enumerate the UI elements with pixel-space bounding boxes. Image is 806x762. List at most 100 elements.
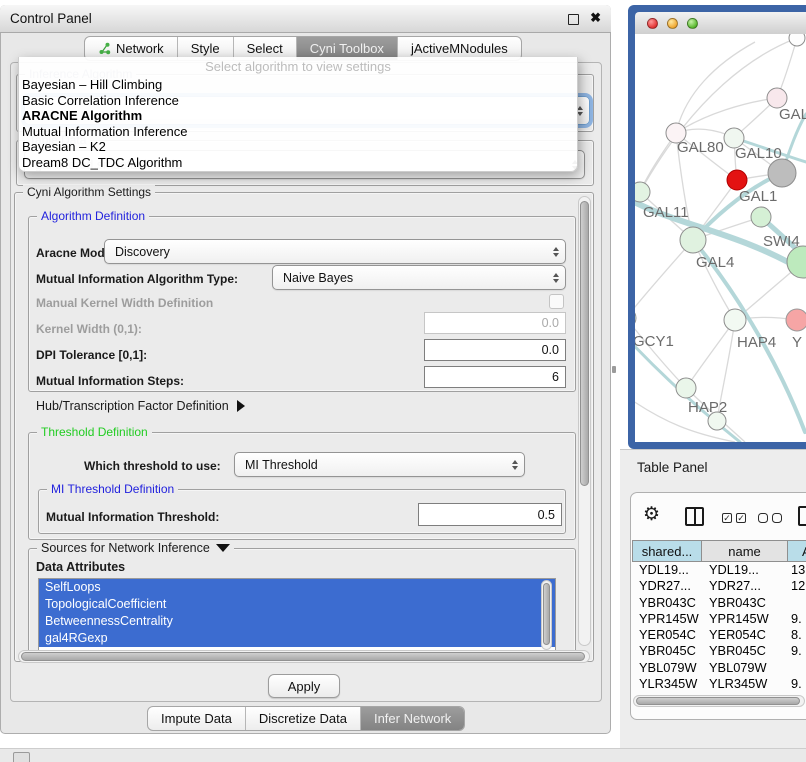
network-icon [98, 42, 111, 55]
control-panel-titlebar: Control Panel ✖ [0, 5, 611, 33]
table-row[interactable]: YBR045C YBR045C 9. [632, 643, 806, 659]
node-label: GAL11 [643, 204, 689, 221]
expander-arrow-icon [237, 400, 245, 412]
kernel-width-label: Kernel Width (0,1): [36, 322, 142, 336]
close-traffic-light-icon[interactable] [647, 18, 658, 29]
node-label: GCY1 [635, 333, 674, 350]
attribute-item[interactable]: TopologicalCoefficient [39, 596, 555, 613]
mi-algorithm-type-label: Mutual Information Algorithm Type: [36, 272, 238, 286]
checked-box-icon: ✓ [736, 513, 746, 523]
algorithm-option[interactable]: Bayesian – Hill Climbing [19, 77, 577, 93]
manual-kernel-width-checkbox[interactable] [549, 294, 564, 309]
mi-threshold-definition-title: MI Threshold Definition [47, 482, 178, 496]
algorithm-dropdown-popup: Select algorithm to view settings Bayesi… [18, 57, 578, 172]
network-graph: GAL GAL80 GAL10 GAL1 GAL11 SWI4 GAL4 GCY… [635, 34, 806, 442]
node-pink-right[interactable] [786, 309, 806, 331]
aracne-mode-combobox[interactable]: Discovery [104, 239, 566, 264]
mi-threshold-input[interactable]: 0.5 [418, 503, 562, 526]
table-row[interactable]: YDR27... YDR27... 12 [632, 578, 806, 594]
node-unlabeled-top[interactable] [789, 34, 805, 46]
node-label: GAL10 [735, 145, 782, 162]
manual-kernel-width-label: Manual Kernel Width Definition [36, 296, 213, 310]
gear-icon: ⚙ [643, 504, 660, 525]
scrollbar-thumb[interactable] [580, 201, 589, 486]
node-hap4[interactable] [724, 309, 746, 331]
table-row[interactable]: YLR345W YLR345W 9. [632, 676, 806, 692]
tab-infer-network[interactable]: Infer Network [360, 707, 464, 730]
zoom-traffic-light-icon[interactable] [687, 18, 698, 29]
mi-steps-label: Mutual Information Steps: [36, 374, 184, 388]
dpi-tolerance-label: DPI Tolerance [0,1]: [36, 348, 147, 362]
algorithm-option[interactable]: Dream8 DC_TDC Algorithm [19, 155, 577, 171]
node-label: GAL4 [696, 254, 734, 271]
algorithm-option[interactable]: Basic Correlation Inference [19, 93, 577, 109]
table-header-row: shared... name A [632, 540, 806, 562]
which-threshold-combobox[interactable]: MI Threshold [234, 452, 525, 477]
column-header-name[interactable]: name [702, 540, 788, 562]
algorithm-definition-title: Algorithm Definition [37, 209, 149, 223]
close-icon[interactable]: ✖ [590, 10, 601, 26]
mi-algorithm-type-combobox[interactable]: Naive Bayes [272, 265, 566, 290]
hub-definition-expander[interactable]: Hub/Transcription Factor Definition [36, 399, 245, 413]
node-gal4[interactable] [680, 227, 706, 253]
minimize-traffic-light-icon[interactable] [667, 18, 678, 29]
node-swi4[interactable] [751, 207, 771, 227]
network-view-window: GAL GAL80 GAL10 GAL1 GAL11 SWI4 GAL4 GCY… [628, 5, 806, 449]
node-gal7[interactable] [767, 88, 787, 108]
table-row[interactable]: YDL19... YDL19... 13 [632, 562, 806, 578]
algorithm-option[interactable]: Bayesian – K2 [19, 139, 577, 155]
checked-box-icon: ✓ [722, 513, 732, 523]
attributes-vertical-scrollbar[interactable] [541, 580, 552, 650]
apply-button[interactable]: Apply [268, 674, 340, 698]
table-row[interactable]: YPR145W YPR145W 9. [632, 611, 806, 627]
mi-steps-input[interactable]: 6 [424, 366, 566, 388]
cyni-algorithm-settings-title: Cyni Algorithm Settings [23, 185, 155, 199]
node-gal1-selected[interactable] [727, 170, 747, 190]
table-horizontal-scrollbar[interactable] [633, 695, 805, 707]
node-gal11[interactable] [635, 182, 650, 202]
dpi-tolerance-input[interactable]: 0.0 [424, 339, 566, 361]
column-header-partial[interactable]: A [788, 540, 806, 562]
hub-definition-label: Hub/Transcription Factor Definition [36, 399, 229, 413]
export-table-icon[interactable] [798, 506, 806, 526]
scrollbar-thumb[interactable] [21, 652, 585, 661]
combo-arrows-icon [553, 273, 559, 283]
tab-impute-data[interactable]: Impute Data [148, 707, 245, 730]
node-label: GAL80 [677, 139, 724, 156]
sources-title-row[interactable]: Sources for Network Inference [37, 541, 234, 555]
column-header-shared-name[interactable]: shared... [632, 540, 702, 562]
algorithm-option[interactable]: Mutual Information Inference [19, 124, 577, 140]
dock-panel-icon[interactable] [13, 752, 30, 762]
settings-horizontal-scrollbar[interactable] [18, 650, 590, 663]
node-label: GAL1 [739, 188, 777, 205]
tab-discretize-data[interactable]: Discretize Data [245, 707, 360, 730]
kernel-width-input[interactable]: 0.0 [424, 312, 566, 334]
algorithm-option-selected[interactable]: ARACNE Algorithm [19, 108, 577, 124]
panel-splitter[interactable] [612, 366, 616, 373]
settings-vertical-scrollbar[interactable] [578, 196, 591, 646]
data-attributes-list: SelfLoops TopologicalCoefficient Between… [38, 578, 556, 652]
attribute-item[interactable]: gal4RGexp [39, 630, 555, 647]
node-label: Y [792, 334, 802, 351]
select-all-columns-button[interactable]: ✓ ✓ [722, 513, 746, 523]
split-columns-icon[interactable] [685, 507, 704, 526]
screen: Control Panel ✖ Network Style Select Cyn… [0, 0, 806, 762]
table-panel-title: Table Panel [637, 460, 708, 475]
float-window-icon[interactable] [568, 14, 579, 25]
table-settings-button[interactable]: ⚙ [643, 505, 660, 525]
node-hap2[interactable] [676, 378, 696, 398]
table-row[interactable]: YER054C YER054C 8. [632, 627, 806, 643]
node-gcy1[interactable] [635, 308, 636, 328]
unchecked-box-icon [758, 513, 768, 523]
deselect-all-columns-button[interactable] [758, 513, 782, 523]
scrollbar-thumb[interactable] [636, 697, 800, 705]
node-gray-hub[interactable] [768, 159, 796, 187]
table-row[interactable]: YBR043C YBR043C [632, 595, 806, 611]
network-window-titlebar[interactable] [635, 12, 806, 35]
attribute-item[interactable]: SelfLoops [39, 579, 555, 596]
network-canvas[interactable]: GAL GAL80 GAL10 GAL1 GAL11 SWI4 GAL4 GCY… [635, 34, 806, 442]
scrollbar-thumb[interactable] [543, 583, 550, 645]
mi-threshold-label: Mutual Information Threshold: [46, 510, 219, 524]
attribute-item[interactable]: BetweennessCentrality [39, 613, 555, 630]
table-row[interactable]: YBL079W YBL079W [632, 660, 806, 676]
